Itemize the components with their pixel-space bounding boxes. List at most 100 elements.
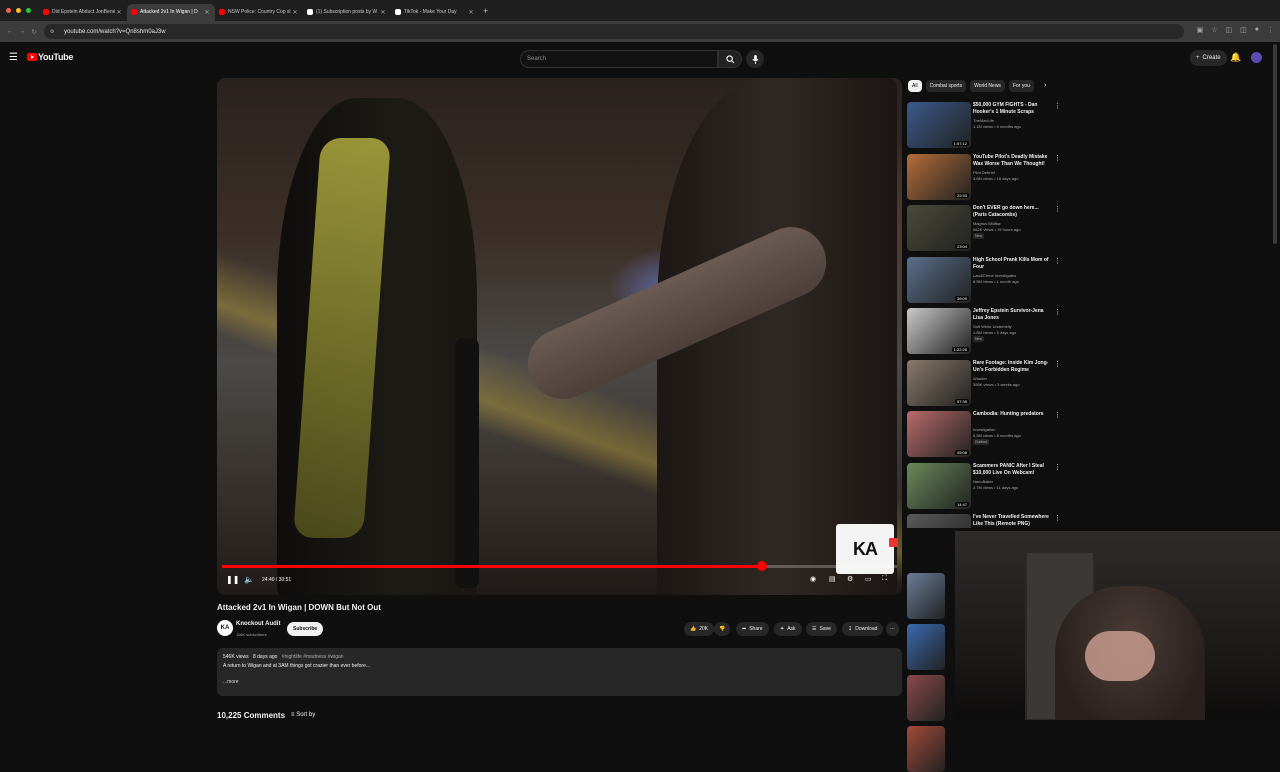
progress-bar[interactable] [222, 561, 897, 571]
tab-close-icon[interactable]: ✕ [203, 9, 211, 16]
forward-icon[interactable]: → [16, 28, 28, 35]
video-thumbnail[interactable]: 14:47 [907, 462, 971, 509]
dislike-button[interactable]: 👎 [714, 622, 731, 636]
channel-avatar[interactable]: KA [217, 620, 233, 636]
filter-chip[interactable]: All [908, 80, 922, 92]
recommended-video[interactable]: 49:08 Cambodia: Hunting predators Investig… [907, 411, 1062, 459]
settings-gear-icon[interactable]: ⚙ [847, 575, 853, 583]
recommended-video[interactable]: 22:53 YouTube Pilot's Deadly Mistake Was … [907, 153, 1062, 202]
recommended-channel[interactable]: Soft White Underbelly [973, 324, 1012, 329]
video-thumbnail[interactable]: 49:08 [907, 411, 971, 457]
video-thumbnail[interactable] [907, 624, 945, 670]
filter-chip[interactable]: World News [970, 80, 1005, 92]
description-box[interactable]: 546K views 8 days ago #nightlife #madnes… [217, 648, 902, 696]
more-vertical-icon[interactable]: ⋮ [1054, 308, 1061, 316]
chevron-right-icon[interactable]: › [1044, 82, 1046, 89]
show-more-link[interactable]: ...more [223, 679, 896, 685]
filter-chip[interactable]: For you [1008, 80, 1034, 92]
volume-icon[interactable]: 🔈 [244, 575, 254, 584]
hashtags[interactable]: #nightlife #madness #wigan [282, 654, 344, 660]
recommended-video[interactable]: I've Never Travelled Somewhere Like This… [907, 514, 1062, 528]
channel-name[interactable]: Knockout Audit [236, 621, 280, 627]
filter-chip[interactable]: Combat sports [925, 80, 967, 92]
search-button[interactable] [718, 50, 742, 68]
recommended-channel[interactable]: Pilot Debrief [973, 170, 995, 175]
tab-close-icon[interactable]: ✕ [379, 9, 387, 16]
maximize-window-icon[interactable] [26, 8, 31, 13]
search-input[interactable]: Search [520, 50, 718, 68]
profile-icon[interactable]: ● [1255, 26, 1259, 34]
notifications-bell-icon[interactable]: 🔔 [1230, 52, 1241, 63]
video-thumbnail[interactable]: 23:04 [907, 205, 971, 251]
more-vertical-icon[interactable]: ⋮ [1054, 257, 1061, 265]
recommended-video[interactable]: 1:22:26 Jeffrey Epstein Survivor-Jena Lis… [907, 308, 1062, 356]
subscribe-button[interactable]: Subscribe [287, 622, 324, 636]
close-window-icon[interactable] [6, 8, 11, 13]
recommended-video[interactable]: 23:04 Don't EVER go down here... (Paris C… [907, 205, 1062, 253]
browser-tab[interactable]: Did Epstein Abduct JonBenét ✕ [39, 4, 127, 21]
video-thumbnail[interactable] [907, 726, 945, 772]
cast-icon[interactable]: ▣ [1197, 26, 1204, 34]
download-button[interactable]: ↧ Download [842, 622, 884, 636]
create-button[interactable]: + Create [1190, 50, 1227, 66]
browser-tab[interactable]: Attacked 2v1 In Wigan | D ✕ [127, 3, 215, 21]
voice-search-button[interactable] [746, 50, 764, 68]
more-vertical-icon[interactable]: ⋮ [1054, 514, 1061, 522]
recommended-channel[interactable]: Investigation [973, 427, 995, 432]
video-thumbnail[interactable]: 36:09 [907, 256, 971, 303]
tab-close-icon[interactable]: ✕ [467, 9, 475, 16]
account-avatar[interactable] [1251, 52, 1262, 63]
more-vertical-icon[interactable]: ⋮ [1054, 360, 1061, 368]
more-vertical-icon[interactable]: ⋮ [1054, 102, 1061, 110]
video-thumbnail[interactable] [907, 675, 945, 721]
more-vertical-icon[interactable]: ⋮ [1054, 411, 1061, 419]
reload-icon[interactable]: ↻ [28, 28, 40, 36]
youtube-logo[interactable]: YouTube [27, 52, 73, 62]
bookmark-star-icon[interactable]: ☆ [1211, 26, 1217, 34]
extensions-icon[interactable]: ◫ [1226, 26, 1233, 34]
video-thumbnail[interactable]: 1:22:26 [907, 308, 971, 354]
like-button[interactable]: 👍 20K [684, 622, 715, 636]
autoplay-toggle-icon[interactable]: ◉ [810, 575, 816, 583]
recommended-video[interactable]: 36:09 High School Prank Kills Mom of Four… [907, 256, 1062, 305]
video-thumbnail[interactable] [907, 514, 971, 528]
site-info-icon[interactable]: ⚙ [50, 29, 58, 35]
browser-menu-icon[interactable]: ⋮ [1267, 26, 1274, 34]
scrubber-handle[interactable] [757, 561, 767, 571]
menu-icon[interactable]: ☰ [9, 52, 18, 63]
recommended-video[interactable]: 14:47 Scammers PANIC After I Steal $10,00… [907, 462, 1062, 511]
tab-close-icon[interactable]: ✕ [115, 9, 123, 16]
video-player[interactable] [217, 78, 902, 595]
browser-tab[interactable]: NSW Police: Country Cop sl ✕ [215, 4, 303, 21]
url-field[interactable]: ⚙ youtube.com/watch?v=Qn8shm0aJ3w [44, 24, 1184, 39]
recommended-channel[interactable]: Law&Crime Investigates [973, 273, 1016, 278]
page-scrollbar[interactable] [1273, 44, 1277, 244]
video-thumbnail[interactable]: 22:53 [907, 153, 971, 200]
more-actions-button[interactable]: ⋯ [886, 622, 899, 636]
share-button[interactable]: ➦ Share [736, 622, 769, 636]
ask-button[interactable]: ✦ Ask [774, 622, 802, 636]
tab-close-icon[interactable]: ✕ [291, 9, 299, 16]
sidebar-icon[interactable]: ◫ [1240, 26, 1247, 34]
pause-icon[interactable]: ❚❚ [226, 575, 239, 584]
new-tab-button[interactable]: + [483, 6, 488, 16]
more-vertical-icon[interactable]: ⋮ [1054, 205, 1061, 213]
sort-comments-button[interactable]: ≡ Sort by [291, 712, 315, 718]
recommended-video[interactable]: 1:57:12 $50,000 GYM FIGHTS - Dan Hooker's… [907, 102, 1062, 150]
fullscreen-icon[interactable]: ⛶ [882, 575, 887, 583]
minimize-window-icon[interactable] [16, 8, 21, 13]
more-vertical-icon[interactable]: ⋮ [1054, 154, 1061, 162]
video-thumbnail[interactable]: 57:35 [907, 359, 971, 406]
subtitles-icon[interactable]: ▤ [829, 575, 836, 583]
recommended-channel[interactable]: Magnus Midtbø [973, 221, 1001, 226]
browser-tab[interactable]: (1) Subscription posts by W ✕ [303, 4, 391, 21]
save-button[interactable]: ☰ Save [806, 622, 837, 636]
browser-tab[interactable]: TikTok - Make Your Day ✕ [391, 4, 479, 21]
recommended-channel[interactable]: NanoBaiter [973, 479, 993, 484]
recommended-channel[interactable]: Wonder [973, 376, 987, 381]
recommended-channel[interactable]: TheMacLife [973, 118, 994, 123]
video-thumbnail[interactable] [907, 573, 945, 619]
more-vertical-icon[interactable]: ⋮ [1054, 463, 1061, 471]
recommended-video[interactable]: 57:35 Rare Footage: Inside Kim Jong-Un's … [907, 359, 1062, 408]
back-icon[interactable]: ← [4, 28, 16, 35]
